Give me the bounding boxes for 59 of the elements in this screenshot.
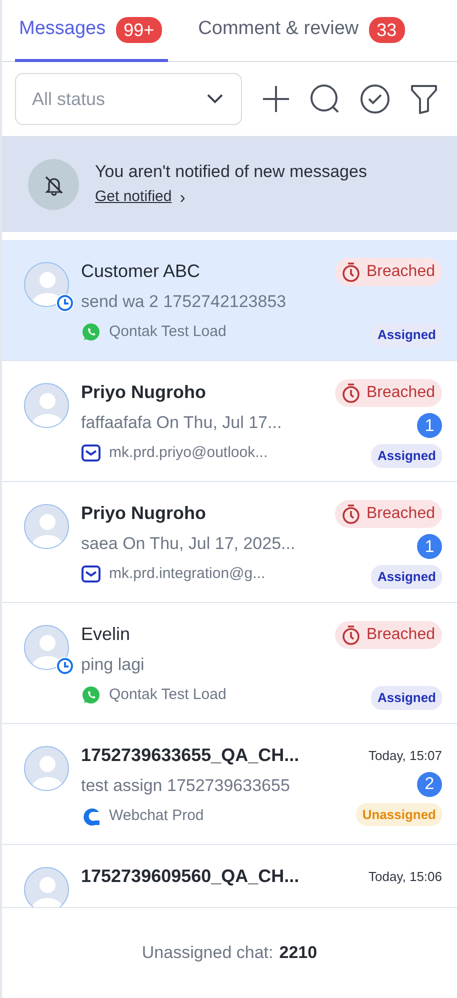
tab[interactable]: Messages 99+ [15, 0, 168, 62]
get-notified-link[interactable]: Get notified [95, 186, 172, 208]
unread-count: 2 [417, 772, 442, 796]
conversation-item[interactable]: Customer ABC send wa 2 1752742123853 Qontak Test Load Breached Assigned [2, 240, 457, 361]
unassigned-count: 2210 [279, 942, 318, 964]
contact-name: Customer ABC [81, 260, 202, 283]
banner-message: You aren't notified of new messages [95, 161, 367, 183]
assignment-status: Assigned [371, 444, 442, 468]
message-preview: faffaafafa On Thu, Jul 17... [81, 412, 283, 434]
contact-name: 1752739633655_QA_CH... [81, 744, 300, 767]
sla-status: Breached [334, 258, 442, 286]
chevron-down-icon [207, 94, 223, 104]
search-icon[interactable] [310, 84, 340, 114]
contact-name: Evelin [81, 623, 132, 646]
timestamp: Today, 15:06 [368, 868, 442, 886]
channel-name: Qontak Test Load [109, 322, 226, 342]
unread-count: 1 [417, 413, 442, 438]
chat-bubble-icon [81, 806, 101, 826]
tab[interactable]: Comment & review 33 [194, 0, 411, 62]
conversation-item[interactable]: Priyo Nugroho faffaafafa On Thu, Jul 17... mk.prd.priyo@outlook... Breached 1 Assigned [2, 361, 457, 482]
mail-icon [81, 442, 101, 463]
sla-status: Breached [334, 621, 442, 649]
stopwatch-icon [340, 262, 360, 282]
conversation-item[interactable]: Priyo Nugroho saea On Thu, Jul 17, 2025... mk.prd.integration@g... Breached 1 Assigned [2, 482, 457, 603]
stopwatch-icon [340, 383, 360, 403]
sla-status: Breached [334, 379, 442, 407]
muted-bell-icon [42, 174, 64, 196]
mail-icon [81, 564, 101, 584]
chevron-icon: › [180, 184, 186, 210]
timestamp: Today, 15:07 [368, 747, 442, 765]
assignment-status: Assigned [371, 565, 442, 588]
sla-status: Breached [334, 500, 442, 528]
channel-name: mk.prd.priyo@outlook... [109, 442, 268, 462]
count-badge: 99+ [116, 16, 162, 42]
channel-name: mk.prd.integration@g... [109, 564, 266, 584]
conversation-item[interactable]: Evelin ping lagi Qontak Test Load Breached Assigned [2, 603, 457, 724]
assignment-status: Assigned [371, 323, 442, 346]
message-preview: saea On Thu, Jul 17, 2025... [81, 533, 296, 555]
conversation-item[interactable]: 1752739633655_QA_CH... test assign 1752739633655 Webchat Prod Today, 15:07 2 Unassigned [2, 724, 457, 845]
channel-name: Webchat Prod [109, 806, 204, 826]
stopwatch-icon [340, 625, 360, 645]
unread-count: 1 [417, 534, 442, 559]
plus-icon[interactable] [262, 85, 290, 113]
filter-icon[interactable] [410, 84, 438, 114]
check-circle-icon[interactable] [360, 84, 390, 114]
channel-name: Qontak Test Load [109, 684, 226, 704]
message-preview: test assign 1752739633655 [81, 775, 291, 797]
whatsapp-icon [81, 684, 101, 705]
assignment-status: Unassigned [356, 802, 442, 826]
message-preview: ping lagi [81, 654, 146, 676]
contact-name: Priyo Nugroho [81, 381, 207, 404]
assignment-status: Assigned [371, 686, 442, 710]
message-preview: send wa 2 1752742123853 [81, 291, 288, 313]
contact-name: 1752739609560_QA_CH... [81, 865, 300, 888]
stopwatch-icon [340, 504, 360, 524]
count-badge: 33 [368, 16, 405, 42]
whatsapp-icon [81, 322, 101, 342]
unassigned-label: Unassigned chat: [142, 942, 274, 964]
contact-name: Priyo Nugroho [81, 502, 207, 525]
